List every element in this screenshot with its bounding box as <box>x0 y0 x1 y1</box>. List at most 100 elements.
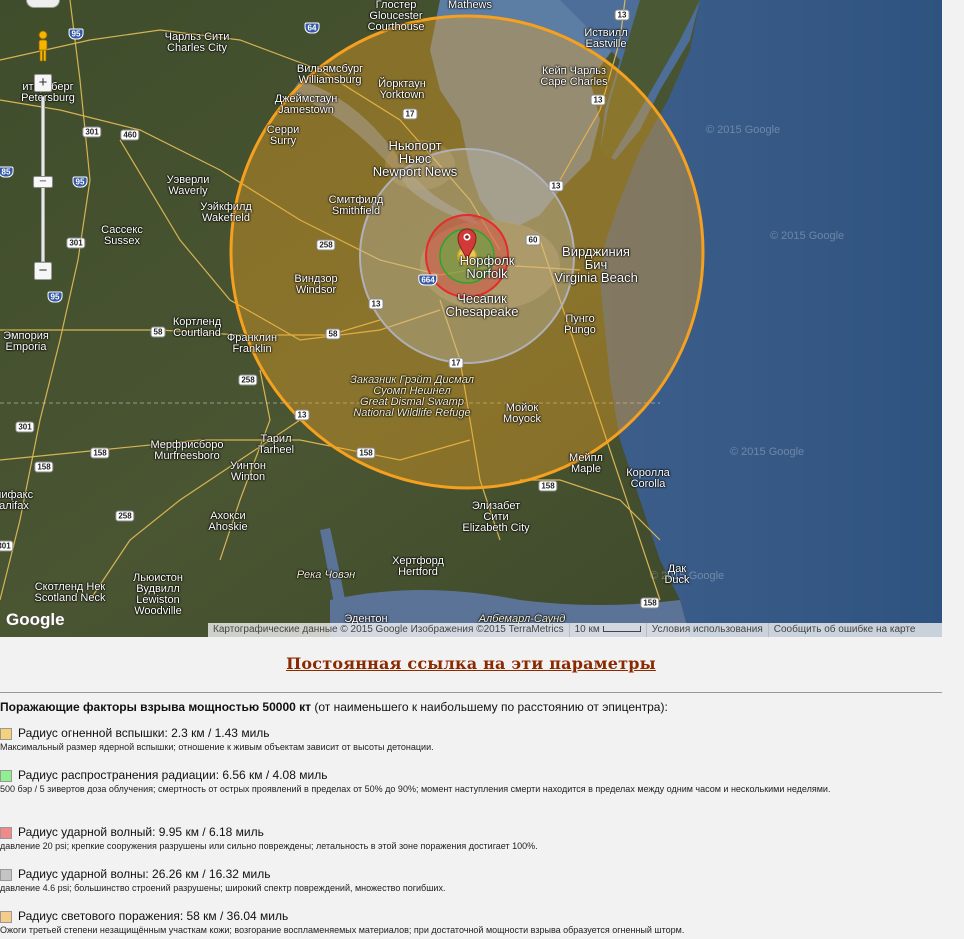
road-shield-us460: 460 <box>120 129 140 141</box>
road-shield-i64: 64 <box>304 22 320 34</box>
scale-control[interactable]: 10 км <box>570 623 647 637</box>
road-shield-us258-a: 258 <box>316 239 336 251</box>
map[interactable]: Чарльз Сити Charles City Глостер Gloucester… <box>0 0 942 637</box>
effect-title: Радиус огненной вспышки: 2.3 км / 1.43 м… <box>0 726 964 741</box>
color-swatch <box>0 827 12 839</box>
place-label-elizabeth-city: Элизабет Сити Elizabeth City <box>462 501 529 534</box>
place-label-jamestown: Джеймстаун Jamestown <box>275 94 338 116</box>
place-label-newport-news: Ньюпорт Ньюс Newport News <box>373 139 458 178</box>
place-label-line: Moyock <box>503 413 541 425</box>
place-label-line: Emporia <box>5 341 47 353</box>
zoom-slider-handle[interactable]: − <box>33 176 53 188</box>
place-label-line: Corolla <box>630 478 666 490</box>
place-label-franklin: Франклин Franklin <box>227 333 277 355</box>
place-label-windsor: Виндзор Windsor <box>294 274 337 296</box>
place-label-hertford: Хертфорд Hertford <box>392 556 444 578</box>
effect-item: Радиус ударной волны: 26.26 км / 16.32 м… <box>0 867 964 895</box>
effect-title-text: Радиус распространения радиации: 6.56 км… <box>18 768 328 782</box>
road-shield-us17-b: 17 <box>448 357 464 369</box>
effect-item: Радиус огненной вспышки: 2.3 км / 1.43 м… <box>0 726 964 754</box>
place-label-line: Mathews <box>447 0 493 11</box>
blast-effects-section: Поражающие факторы взрыва мощностью 5000… <box>0 700 964 935</box>
effect-description: 500 бэр / 5 зивертов доза облучения; сме… <box>0 784 831 794</box>
place-label-line: Jamestown <box>278 104 334 116</box>
place-label-scotland-neck: Скотленд Нек Scotland Neck <box>35 582 106 604</box>
place-label-yorktown: Йорктаун Yorktown <box>378 79 426 101</box>
permalink-link[interactable]: Постоянная ссылка на эти параметры <box>286 654 656 673</box>
effect-title: Радиус ударной волный: 9.95 км / 6.18 ми… <box>0 825 964 840</box>
place-label-williamsburg: Вильямсбург Williamsburg <box>297 64 363 86</box>
effect-title: Радиус светового поражения: 58 км / 36.0… <box>0 909 964 924</box>
road-shield-us158-e: 158 <box>640 597 660 609</box>
place-label-line: Franklin <box>232 343 272 355</box>
place-label-line: алifax <box>0 500 29 512</box>
place-label-line: Chesapeake <box>445 304 519 319</box>
place-label-line: Williamsburg <box>298 74 362 86</box>
place-label-wakefield: Уэйкфилд Wakefield <box>200 202 252 224</box>
effects-heading: Поражающие факторы взрыва мощностью 5000… <box>0 700 964 715</box>
place-label-line: Eastville <box>585 38 627 50</box>
road-shield-us158-a: 158 <box>90 447 110 459</box>
road-shield-i95-c: 95 <box>47 291 63 303</box>
report-error-link[interactable]: Сообщить об ошибке на карте <box>769 623 921 637</box>
place-label-chesapeake: Чесапик Chesapeake <box>446 292 519 318</box>
road-shield-us301-b: 301 <box>66 237 86 249</box>
place-label-line: Charles City <box>167 42 227 54</box>
effect-title: Радиус ударной волны: 26.26 км / 16.32 м… <box>0 867 964 882</box>
map-data-attribution: Картографические данные © 2015 Google Из… <box>208 623 570 637</box>
place-label-gloucester: Глостер Gloucester Courthouse <box>368 0 425 33</box>
place-label-corolla: Королла Corolla <box>626 468 669 490</box>
road-shield-i95-b: 95 <box>72 176 88 188</box>
place-label-chowan: Река Човэн <box>297 570 355 581</box>
place-label-surry: Серри Surry <box>267 125 299 147</box>
place-label-mathews: Mathews <box>448 0 492 11</box>
place-label-line: Woodville <box>134 605 182 617</box>
effect-description: Максимальный размер ядерной вспышки; отн… <box>0 742 434 752</box>
place-label-tarheel: Тарил Tarheel <box>258 434 294 456</box>
place-label-line: Courtland <box>173 327 221 339</box>
place-label-line: Murfreesboro <box>154 450 220 462</box>
place-label-eastville: Иствилл Eastville <box>584 28 627 50</box>
color-swatch <box>0 869 12 881</box>
place-label-murfreesboro: Мерфрисборо Murfreesboro <box>151 440 224 462</box>
street-view-control[interactable] <box>26 0 60 8</box>
road-shield-i664: 664 <box>418 274 438 286</box>
road-shield-us58-b: 58 <box>325 328 341 340</box>
pegman-icon[interactable] <box>36 30 50 62</box>
effect-title-text: Радиус ударной волный: 9.95 км / 6.18 ми… <box>18 825 264 839</box>
place-label-line: Smithfield <box>331 205 381 217</box>
effect-description: Ожоги третьей степени незащищённым участ… <box>0 925 685 935</box>
place-label-sussex: Сассекс Sussex <box>101 225 143 247</box>
road-shield-us17: 17 <box>402 108 418 120</box>
place-label-charles-city: Чарльз Сити Charles City <box>165 32 230 54</box>
road-shield-us13-b: 13 <box>590 94 606 106</box>
zoom-in-button[interactable]: + <box>34 74 52 92</box>
effect-description: давление 4.6 psi; большинство строений р… <box>0 883 446 893</box>
effect-item: Радиус распространения радиации: 6.56 км… <box>0 768 964 796</box>
effect-item: Радиус ударной волный: 9.95 км / 6.18 ми… <box>0 825 964 853</box>
terms-link[interactable]: Условия использования <box>647 623 769 637</box>
place-label-line: Pungo <box>564 324 596 336</box>
effects-heading-rest: (от наименьшего к наибольшему по расстоя… <box>311 700 668 714</box>
effect-title: Радиус распространения радиации: 6.56 км… <box>0 768 964 783</box>
place-label-line: Elizabeth City <box>462 522 530 534</box>
road-shield-us258-c: 258 <box>115 510 135 522</box>
place-label-waverly: Уэверли Waverly <box>167 175 210 197</box>
place-label-line: Waverly <box>168 185 208 197</box>
place-label-line: Maple <box>571 463 601 475</box>
divider <box>0 692 942 693</box>
effect-title-text: Радиус ударной волны: 26.26 км / 16.32 м… <box>18 867 271 881</box>
place-label-line: Newport News <box>372 164 458 179</box>
place-label-line: Virginia Beach <box>554 270 638 285</box>
place-label-smithfield: Смитфилд Smithfield <box>329 195 384 217</box>
road-shield-us58-a: 58 <box>150 326 166 338</box>
zoom-out-button[interactable]: − <box>34 262 52 280</box>
road-shield-i85: 85 <box>0 166 14 178</box>
place-label-lewiston: Льюистон Вудвилл Lewiston Woodville <box>133 573 183 617</box>
color-swatch <box>0 770 12 782</box>
road-shield-us258-b: 258 <box>238 374 258 386</box>
road-shield-us13-d: 13 <box>368 298 384 310</box>
place-label-courtland: Кортленд Courtland <box>173 317 221 339</box>
road-shield-us158-b: 158 <box>34 461 54 473</box>
watermark: © 2015 Google <box>706 124 781 136</box>
